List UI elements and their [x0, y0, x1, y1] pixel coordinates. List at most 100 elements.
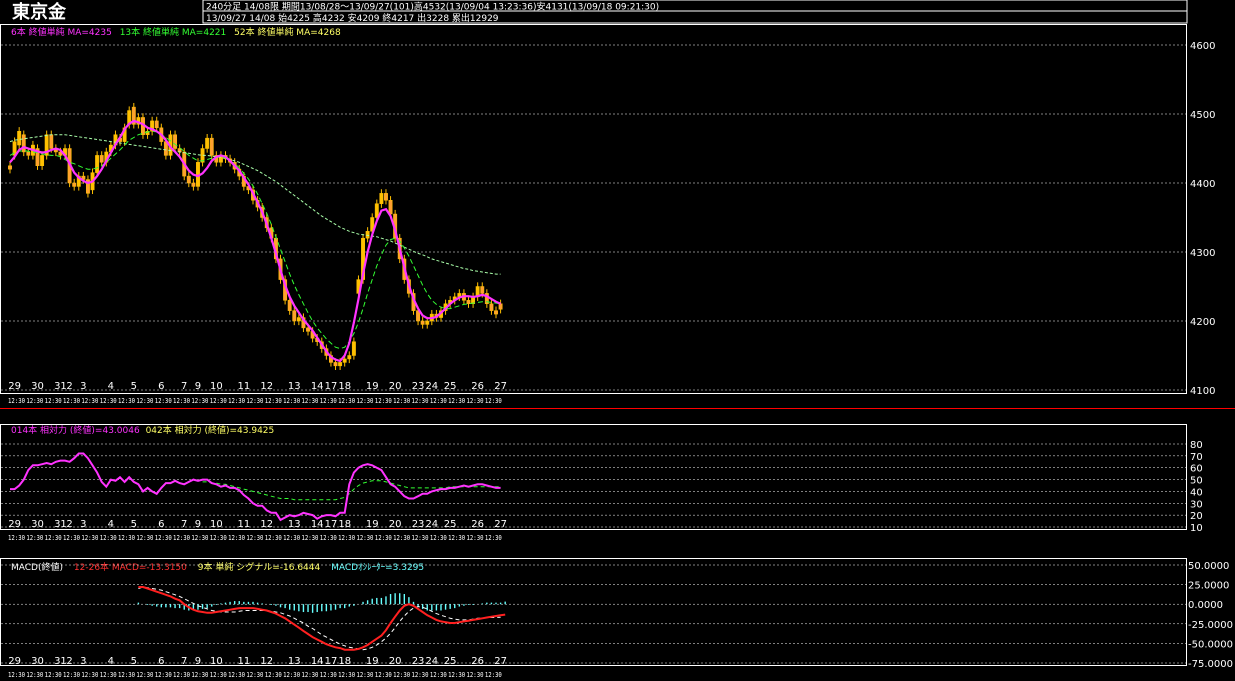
x-day-label: 25: [444, 381, 457, 392]
x-time-label: 12:30: [81, 671, 98, 679]
x-time-label: 12:30: [155, 671, 172, 679]
chart-canvas: 東京金 240分足 14/08限 期間13/08/28～13/09/27(101…: [0, 0, 1235, 681]
x-time-label: 12:30: [283, 671, 300, 679]
rsi14-legend: 014本 相対力 (終値)=43.0046: [11, 424, 140, 436]
macd-tick-label: 25.0000: [1188, 581, 1229, 592]
x-day-label: 29: [8, 519, 21, 530]
price-tick-label: 4100: [1190, 386, 1215, 397]
candle-body: [99, 155, 104, 163]
x-time-label: 12:30: [210, 397, 227, 405]
macd-line-legend: 12-26本 MACD=-13.3150: [74, 561, 187, 573]
main-legend: 6本 終値単純 MA=4235 13本 終値単純 MA=4221 52本 終値単…: [11, 26, 341, 38]
x-day-label: 30: [31, 656, 44, 667]
x-day-label: 20: [389, 519, 402, 530]
x-time-label: 12:30: [155, 397, 172, 405]
header-period-line: 240分足 14/08限 期間13/08/28～13/09/27(101)高45…: [206, 1, 659, 13]
x-time-label: 12:30: [301, 671, 318, 679]
x-time-label: 12:30: [246, 534, 263, 542]
x-day-label: 31: [54, 519, 67, 530]
candle-body: [384, 193, 388, 201]
x-time-label: 12:30: [485, 397, 502, 405]
candle-body: [379, 193, 384, 204]
x-time-label: 12:30: [448, 534, 465, 542]
x-day-label: 10: [210, 656, 223, 667]
candle-body: [95, 155, 100, 173]
x-day-label: 10: [210, 381, 223, 392]
macd-tick-label: -75.0000: [1188, 659, 1233, 670]
macd-tick-label: -50.0000: [1188, 639, 1233, 650]
x-day-label: 17: [325, 519, 338, 530]
candle-body: [480, 286, 485, 294]
x-time-label: 12:30: [136, 534, 153, 542]
x-time-label: 12:30: [356, 671, 373, 679]
ma13-legend: 13本 終値単純 MA=4221: [120, 26, 227, 38]
x-time-label: 12:30: [81, 397, 98, 405]
x-time-label: 12:30: [45, 671, 62, 679]
macd-title-legend: MACD(終値): [11, 561, 63, 573]
x-day-label: 3: [80, 656, 86, 667]
x-time-label: 12:30: [356, 397, 373, 405]
rsi-tick-label: 20: [1190, 511, 1203, 522]
x-time-label: 12:30: [265, 534, 282, 542]
rsi-tick-label: 80: [1190, 440, 1203, 451]
x-day-label: 18: [338, 656, 351, 667]
x-time-label: 12:30: [173, 534, 190, 542]
x-day-label: 24: [425, 656, 438, 667]
x-day-label: 19: [366, 519, 379, 530]
price-tick-label: 4300: [1190, 248, 1215, 259]
rsi-tick-label: 60: [1190, 464, 1203, 475]
x-day-label: 31: [54, 656, 67, 667]
macd-signal-legend: 9本 単純 シグナル=-16.6444: [198, 561, 321, 573]
candle-body: [287, 300, 292, 311]
x-day-label: 26: [471, 656, 484, 667]
x-day-label: 5: [131, 381, 137, 392]
x-time-label: 12:30: [393, 534, 410, 542]
ma6-legend: 6本 終値単純 MA=4235: [11, 26, 112, 38]
x-day-label: 9: [195, 656, 201, 667]
x-day-label: 11: [237, 519, 250, 530]
x-time-label: 12:30: [338, 671, 355, 679]
x-day-label: 10: [210, 519, 223, 530]
x-time-label: 12:30: [283, 534, 300, 542]
x-time-label: 12:30: [118, 534, 135, 542]
x-day-label: 7: [181, 381, 187, 392]
price-tick-label: 4400: [1190, 179, 1215, 190]
x-day-label: 30: [31, 519, 44, 530]
x-time-label: 12:30: [448, 397, 465, 405]
x-day-label: 27: [494, 656, 507, 667]
x-time-label: 12:30: [26, 534, 43, 542]
x-time-label: 12:30: [228, 534, 245, 542]
ma52-legend: 52本 終値単純 MA=4268: [234, 26, 341, 38]
x-day-label: 27: [494, 519, 507, 530]
x-day-label: 30: [31, 381, 44, 392]
x-time-label: 12:30: [375, 534, 392, 542]
price-tick-label: 4600: [1190, 41, 1215, 52]
x-time-label: 12:30: [301, 397, 318, 405]
x-time-label: 12:30: [265, 397, 282, 405]
rsi-tick-label: 10: [1190, 523, 1203, 534]
x-day-label: 26: [471, 381, 484, 392]
x-day-label: 26: [471, 519, 484, 530]
rsi-tick-label: 40: [1190, 487, 1203, 498]
x-time-label: 12:30: [118, 671, 135, 679]
x-time-label: 12:30: [485, 534, 502, 542]
x-day-label: 14: [311, 656, 324, 667]
x-time-label: 12:30: [411, 671, 428, 679]
macd-tick-label: 50.0000: [1188, 561, 1229, 572]
x-time-label: 12:30: [118, 397, 135, 405]
candle-body: [49, 134, 54, 149]
x-day-label: 19: [366, 656, 379, 667]
x-day-label: 29: [8, 656, 21, 667]
instrument-title: 東京金: [12, 1, 67, 23]
x-time-label: 12:30: [283, 397, 300, 405]
x-day-label: 27: [494, 381, 507, 392]
candle-body: [420, 320, 425, 325]
x-time-label: 12:30: [320, 397, 337, 405]
x-day-label: 2: [66, 519, 72, 530]
candle-body: [342, 358, 347, 363]
x-time-label: 12:30: [191, 534, 208, 542]
x-time-label: 12:30: [45, 534, 62, 542]
x-time-label: 12:30: [81, 534, 98, 542]
x-day-label: 23: [412, 656, 425, 667]
x-time-label: 12:30: [210, 534, 227, 542]
